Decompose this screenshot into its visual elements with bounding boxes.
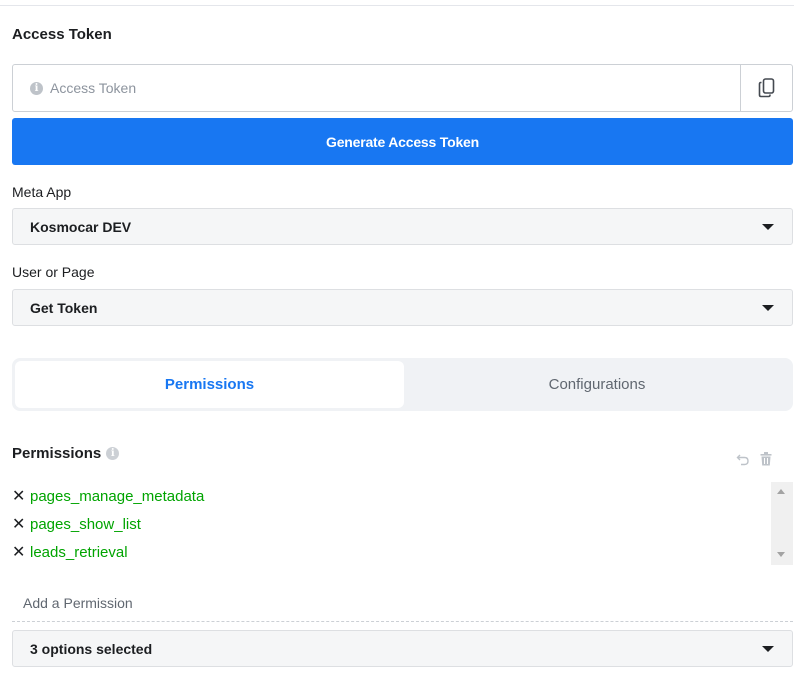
permissions-actions <box>736 452 772 466</box>
copy-icon <box>758 78 774 98</box>
add-permission-input[interactable] <box>12 584 793 622</box>
scroll-down-arrow-icon[interactable] <box>777 552 785 557</box>
close-icon[interactable]: ✕ <box>12 486 26 506</box>
caret-down-icon <box>762 304 774 311</box>
scrollbar[interactable] <box>771 482 793 565</box>
user-or-page-select[interactable]: Get Token <box>12 289 793 326</box>
list-item: ✕ pages_show_list <box>12 510 793 538</box>
permissions-list: ✕ pages_manage_metadata ✕ pages_show_lis… <box>12 482 793 565</box>
permissions-select-value: 3 options selected <box>30 640 153 657</box>
permission-name: pages_manage_metadata <box>30 487 205 505</box>
caret-down-icon <box>762 223 774 230</box>
list-item: ✕ leads_retrieval <box>12 538 793 566</box>
meta-app-label: Meta App <box>12 184 72 200</box>
access-token-field[interactable]: i <box>12 64 793 112</box>
permissions-heading: Permissions i <box>12 445 120 462</box>
list-item: ✕ pages_manage_metadata <box>12 482 793 510</box>
top-clipped-content <box>0 0 794 6</box>
graph-explorer-panel: Access Token i Generate Access Token Met… <box>0 0 794 675</box>
access-token-input[interactable] <box>50 65 740 111</box>
close-icon[interactable]: ✕ <box>12 514 26 534</box>
generate-access-token-button[interactable]: Generate Access Token <box>12 118 793 165</box>
permission-name: pages_show_list <box>30 515 141 533</box>
user-or-page-value: Get Token <box>30 299 98 316</box>
permission-name: leads_retrieval <box>30 543 128 561</box>
scroll-up-arrow-icon[interactable] <box>777 489 785 494</box>
meta-app-select[interactable]: Kosmocar DEV <box>12 208 793 245</box>
tab-configurations[interactable]: Configurations <box>404 361 790 408</box>
user-or-page-label: User or Page <box>12 264 95 280</box>
section-title: Access Token <box>12 26 112 43</box>
permissions-select[interactable]: 3 options selected <box>12 630 793 667</box>
copy-button[interactable] <box>740 65 792 111</box>
info-icon: i <box>30 81 43 95</box>
caret-down-icon <box>762 645 774 652</box>
close-icon[interactable]: ✕ <box>12 542 26 562</box>
info-icon[interactable]: i <box>106 447 120 460</box>
meta-app-value: Kosmocar DEV <box>30 218 132 235</box>
tab-bar: Permissions Configurations <box>12 358 793 411</box>
undo-icon[interactable] <box>736 452 750 466</box>
tab-permissions[interactable]: Permissions <box>15 361 404 408</box>
trash-icon[interactable] <box>760 452 772 466</box>
permissions-title: Permissions <box>12 445 102 462</box>
